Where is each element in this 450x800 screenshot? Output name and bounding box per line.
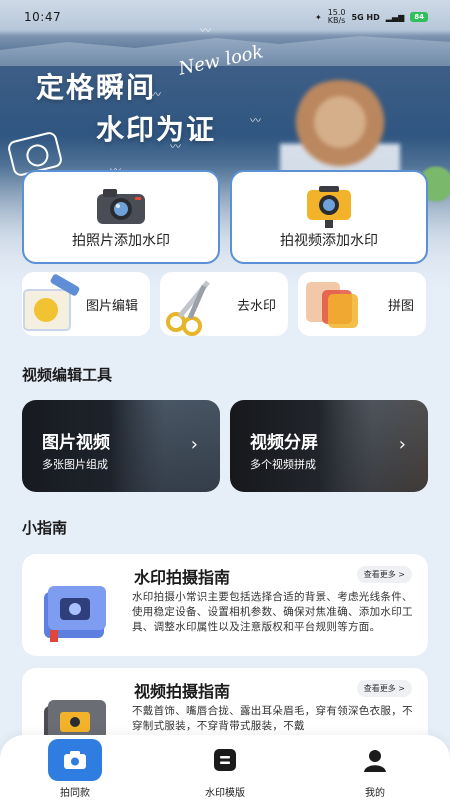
guide-body: 水印拍摄小常识主要包括选择合适的背景、考虑光线条件、使用稳定设备、设置相机参数、… bbox=[132, 591, 413, 633]
split-screen-title: 视频分屏 bbox=[250, 433, 318, 453]
photo-video-thumbnail bbox=[110, 400, 220, 492]
hero-title-line1: 定格瞬间 bbox=[36, 71, 157, 104]
net-speed: 15.0 KB/s bbox=[327, 8, 346, 25]
photo-video-card[interactable]: 图片视频 多张图片组成 › bbox=[22, 400, 220, 492]
status-bar: 10:47 ✦ 15.0 KB/s 5G HD ▂▄▆ 84 bbox=[0, 0, 450, 34]
collage-icon bbox=[306, 282, 358, 328]
camera-icon bbox=[64, 750, 86, 769]
video-watermark-label: 拍视频添加水印 bbox=[280, 233, 378, 249]
video-watermark-button[interactable]: 拍视频添加水印 bbox=[230, 170, 428, 264]
notification-icon: ✦ bbox=[315, 12, 322, 22]
view-more-button[interactable]: 查看更多 > bbox=[356, 566, 412, 583]
status-icons: ✦ 15.0 KB/s 5G HD ▂▄▆ 84 bbox=[315, 9, 428, 25]
view-more-button[interactable]: 查看更多 > bbox=[356, 680, 412, 697]
battery-icon: 84 bbox=[410, 12, 428, 22]
bottom-nav: 拍同款 水印模版 我的 bbox=[0, 735, 450, 800]
nav-item-profile[interactable]: 我的 bbox=[335, 739, 415, 799]
chevron-right-icon: › bbox=[398, 434, 406, 455]
guide-body: 不戴首饰、嘴唇合拢、露出耳朵眉毛，穿有领深色衣服，不穿制式服装，不穿背带式服装，… bbox=[132, 705, 413, 732]
wifi-icon: ▂▄▆ bbox=[385, 12, 405, 22]
nav-label: 水印模版 bbox=[205, 787, 245, 799]
collage-button[interactable]: 拼图 bbox=[298, 272, 426, 336]
video-tools-title: 视频编辑工具 bbox=[22, 366, 113, 384]
collage-label: 拼图 bbox=[387, 298, 414, 314]
status-time: 10:47 bbox=[24, 10, 62, 24]
split-screen-thumbnail bbox=[318, 400, 428, 492]
guide-title: 水印拍摄指南 bbox=[134, 568, 231, 587]
photo-watermark-label: 拍照片添加水印 bbox=[72, 233, 170, 249]
nav-icon-bg bbox=[48, 738, 102, 781]
nav-label: 我的 bbox=[365, 787, 385, 799]
camera-icon bbox=[97, 189, 145, 224]
remove-watermark-label: 去水印 bbox=[236, 298, 276, 314]
nav-item-templates[interactable]: 水印模版 bbox=[185, 739, 265, 799]
template-icon bbox=[214, 748, 236, 771]
nav-icon-bg bbox=[348, 739, 402, 781]
photo-video-title: 图片视频 bbox=[42, 433, 110, 453]
signal-label: 5G HD bbox=[351, 12, 380, 22]
split-screen-card[interactable]: 视频分屏 多个视频拼成 › bbox=[230, 400, 428, 492]
nav-label: 拍同款 bbox=[60, 787, 90, 799]
guide-card-watermark[interactable]: 水印拍摄指南 查看更多 > 水印拍摄小常识主要包括选择合适的背景、考虑光线条件、… bbox=[22, 554, 428, 656]
image-edit-icon bbox=[23, 274, 80, 331]
book-camera-icon bbox=[44, 586, 106, 642]
chevron-right-icon: › bbox=[190, 434, 198, 455]
bird-icon: 〰 bbox=[250, 114, 261, 127]
video-camera-icon bbox=[307, 186, 351, 228]
guide-title: 视频拍摄指南 bbox=[134, 682, 231, 701]
photo-watermark-button[interactable]: 拍照片添加水印 bbox=[22, 170, 220, 264]
image-edit-button[interactable]: 图片编辑 bbox=[22, 272, 150, 336]
user-icon bbox=[364, 749, 386, 772]
nav-item-shoot-same[interactable]: 拍同款 bbox=[35, 738, 115, 799]
remove-watermark-button[interactable]: 去水印 bbox=[160, 272, 288, 336]
scissors-icon bbox=[166, 280, 210, 336]
photo-video-subtitle: 多张图片组成 bbox=[42, 458, 108, 471]
image-edit-label: 图片编辑 bbox=[85, 298, 138, 314]
nav-icon-bg bbox=[198, 739, 252, 781]
hero-title-line2: 水印为证 bbox=[96, 113, 217, 146]
guide-section-title: 小指南 bbox=[22, 519, 68, 537]
split-screen-subtitle: 多个视频拼成 bbox=[250, 458, 316, 471]
